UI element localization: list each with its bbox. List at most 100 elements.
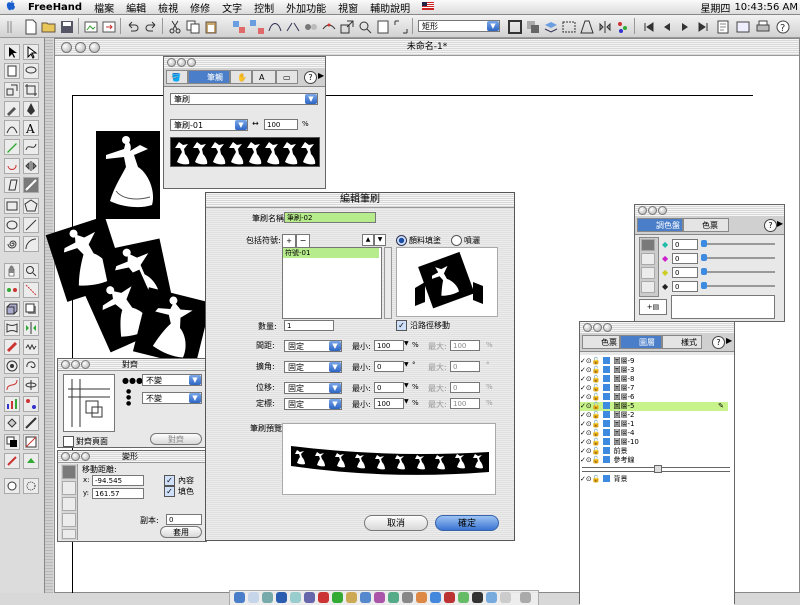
menubar-day[interactable]: 星期四: [700, 0, 730, 15]
hose-tool[interactable]: [23, 396, 39, 412]
envelope-tool[interactable]: [4, 320, 20, 336]
close-palette-button[interactable]: [167, 58, 176, 67]
scaling-max-field[interactable]: 100: [450, 398, 480, 409]
preview-page-icon[interactable]: [734, 18, 752, 36]
close-palette-button[interactable]: [61, 452, 70, 461]
cmyk-mode-icon[interactable]: [641, 239, 655, 251]
menu-edit[interactable]: 編輯: [120, 0, 152, 15]
angle-min-field[interactable]: 0: [374, 361, 404, 372]
close-palette-button[interactable]: [638, 206, 647, 215]
remove-symbol-button[interactable]: −: [296, 234, 310, 248]
slider-thumb[interactable]: [701, 240, 707, 247]
ellipse-tool[interactable]: [4, 217, 20, 233]
stepper-icon[interactable]: ▼: [404, 361, 409, 368]
skew-tool[interactable]: [4, 177, 20, 193]
blend-icon[interactable]: [302, 18, 320, 36]
tab-tints[interactable]: 色票: [683, 218, 729, 232]
rgb-mode-icon[interactable]: [641, 253, 655, 265]
menu-view[interactable]: 檢視: [152, 0, 184, 15]
cut-icon[interactable]: [166, 18, 184, 36]
stroke-swatch-tool[interactable]: [4, 453, 20, 469]
symbol-list-item[interactable]: 符號-01: [283, 248, 379, 258]
app-dock-icon[interactable]: [290, 592, 301, 603]
trace-tool[interactable]: [23, 282, 39, 298]
bend-tool[interactable]: [4, 377, 20, 393]
minimize-palette-button[interactable]: [71, 360, 80, 369]
apply-button[interactable]: 套用: [160, 526, 202, 538]
twirl-tool[interactable]: [23, 358, 39, 374]
magenta-field[interactable]: 0: [672, 253, 698, 264]
menu-xtras[interactable]: 外加功能: [280, 0, 332, 15]
perspective-icon[interactable]: [578, 18, 596, 36]
app-dock-icon[interactable]: [416, 592, 427, 603]
scale-tool[interactable]: [4, 82, 20, 98]
symbol-list-scrollbar[interactable]: [384, 247, 392, 319]
lasso-tool[interactable]: [23, 63, 39, 79]
graphic-hose-icon[interactable]: [614, 18, 632, 36]
ok-button[interactable]: 確定: [435, 515, 499, 531]
zoom-palette-button[interactable]: [81, 452, 90, 461]
move-down-button[interactable]: ▼: [374, 234, 386, 246]
contents-checkbox[interactable]: ✓: [164, 475, 175, 486]
app-dock-icon[interactable]: [472, 592, 483, 603]
split-icon[interactable]: [284, 18, 302, 36]
offset-mode-select[interactable]: 固定 ▼: [284, 382, 342, 394]
apple-menu-icon[interactable]: [0, 0, 22, 14]
add-symbol-button[interactable]: +: [282, 234, 296, 248]
stepper-icon[interactable]: ▼: [404, 340, 409, 347]
envelope-icon[interactable]: [560, 18, 578, 36]
freeform-tool[interactable]: [23, 139, 39, 155]
layer-separator[interactable]: [582, 465, 730, 473]
open-folder-icon[interactable]: [40, 18, 58, 36]
3d-rotate-tool[interactable]: [23, 377, 39, 393]
fit-icon[interactable]: [392, 18, 410, 36]
minimize-palette-button[interactable]: [71, 452, 80, 461]
app-dock-icon[interactable]: [458, 592, 469, 603]
swap-colors-tool[interactable]: [4, 434, 20, 450]
copy-icon[interactable]: [184, 18, 202, 36]
stepper-icon[interactable]: ▼: [404, 382, 409, 389]
knife-tool[interactable]: [4, 139, 20, 155]
tools-resize-strip[interactable]: [45, 38, 53, 593]
zoom-palette-button[interactable]: [187, 58, 196, 67]
redo-icon[interactable]: [142, 18, 160, 36]
app-dock-icon[interactable]: [332, 592, 343, 603]
slider-thumb[interactable]: [701, 268, 707, 275]
chart-tool[interactable]: [4, 396, 20, 412]
crop-tool[interactable]: [23, 82, 39, 98]
spray-radio[interactable]: [451, 235, 462, 246]
app-dock-icon[interactable]: [374, 592, 385, 603]
layer-row[interactable]: ✓⊙🔓 圖層-8: [580, 375, 728, 384]
layer-row[interactable]: ✓⊙🔓 參考線: [580, 456, 728, 465]
document-titlebar[interactable]: 未命名-1*: [55, 39, 799, 56]
print-icon[interactable]: [754, 18, 772, 36]
cyan-field[interactable]: 0: [672, 239, 698, 250]
subselect-tool[interactable]: [23, 44, 39, 60]
bezigon-tool[interactable]: [4, 120, 20, 136]
trash-dock-icon[interactable]: [520, 592, 531, 603]
help-icon[interactable]: ?: [304, 71, 317, 84]
layer-row[interactable]: ✓⊙🔓 圖層-4: [580, 429, 728, 438]
align-preview-grid[interactable]: [63, 374, 115, 432]
minimize-palette-button[interactable]: [593, 323, 602, 332]
layers-stack-icon[interactable]: [542, 18, 560, 36]
layer-row-selected[interactable]: ✓⊙🔓 圖層-5 ✎: [580, 402, 728, 411]
menu-control[interactable]: 控制: [248, 0, 280, 15]
stepper-icon[interactable]: ▼: [404, 398, 409, 405]
tab-layers[interactable]: 圖層: [620, 335, 662, 349]
extrude-tool[interactable]: [4, 301, 20, 317]
menu-text[interactable]: 文字: [216, 0, 248, 15]
view-mode-keyline[interactable]: [23, 478, 39, 494]
polygon-tool[interactable]: [23, 198, 39, 214]
stroke-color-tool[interactable]: [23, 415, 39, 431]
roughen-tool[interactable]: [23, 339, 39, 355]
fill-color-tool[interactable]: [4, 415, 20, 431]
move-up-button[interactable]: ▲: [362, 234, 374, 246]
black-slider[interactable]: [701, 282, 775, 289]
cancel-button[interactable]: 取消: [364, 515, 428, 531]
app-dock-icon[interactable]: [360, 592, 371, 603]
mail-dock-icon[interactable]: [248, 592, 259, 603]
y-field[interactable]: 161.57: [92, 488, 144, 499]
system-color-icon[interactable]: [641, 281, 655, 293]
paste-icon[interactable]: [202, 18, 220, 36]
